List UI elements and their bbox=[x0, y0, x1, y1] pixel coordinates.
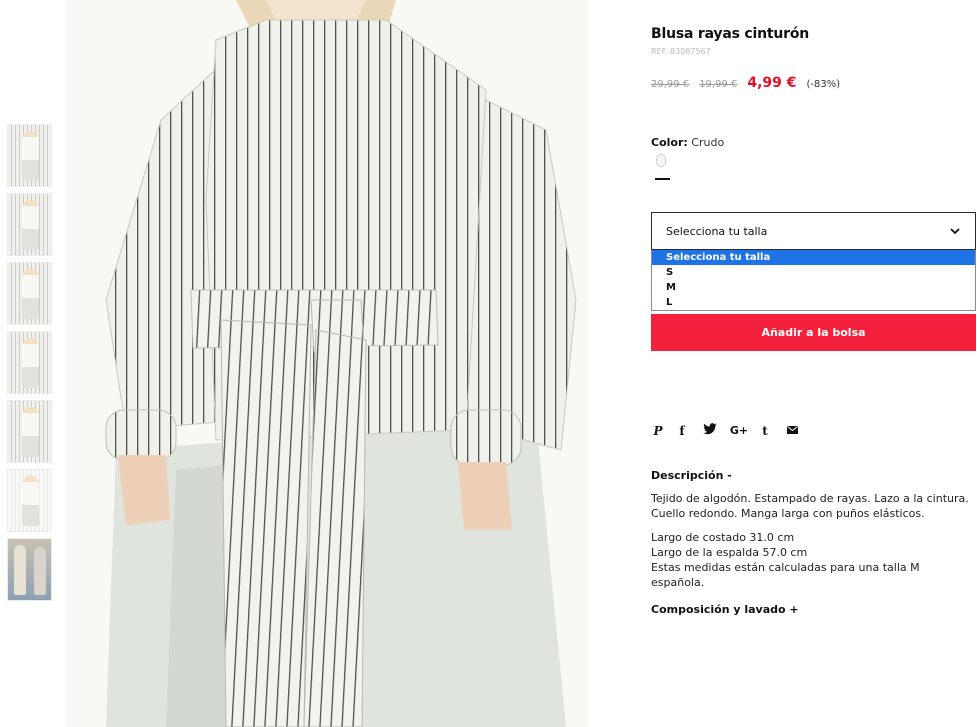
add-to-bag-button[interactable]: Añadir a la bolsa bbox=[651, 314, 976, 351]
share-icons: P f G+ t bbox=[651, 423, 798, 439]
size-option-m[interactable]: M bbox=[652, 280, 975, 295]
original-price: 29,99 € bbox=[651, 79, 690, 90]
thumbnail-4[interactable] bbox=[7, 331, 52, 394]
measurement-back-length: Largo de la espalda 57.0 cm bbox=[651, 546, 808, 559]
product-title: Blusa rayas cinturón bbox=[651, 26, 810, 42]
size-select[interactable]: Selecciona tu talla bbox=[651, 212, 976, 250]
thumbnail-7[interactable] bbox=[7, 538, 52, 601]
selected-swatch-indicator bbox=[655, 178, 670, 180]
description-body: Tejido de algodón. Estampado de rayas. L… bbox=[651, 491, 971, 590]
previous-price: 19,99 € bbox=[699, 79, 738, 90]
email-icon[interactable] bbox=[786, 423, 798, 439]
product-reference: REF. 83087567 bbox=[651, 47, 711, 56]
twitter-icon[interactable] bbox=[702, 423, 718, 439]
product-main-image bbox=[66, 0, 588, 727]
thumbnail-3[interactable] bbox=[7, 262, 52, 325]
chevron-down-icon bbox=[950, 228, 960, 235]
current-price: 4,99 € bbox=[747, 75, 797, 91]
discount-badge: (-83%) bbox=[806, 79, 841, 90]
thumbnail-2[interactable] bbox=[7, 193, 52, 256]
measurement-side-length: Largo de costado 31.0 cm bbox=[651, 531, 795, 544]
color-label: Color: bbox=[651, 136, 688, 149]
google-plus-icon[interactable]: G+ bbox=[728, 423, 750, 439]
size-dropdown-list: Selecciona tu talla S M L bbox=[651, 250, 976, 311]
size-option-placeholder[interactable]: Selecciona tu talla bbox=[652, 250, 975, 265]
pinterest-icon[interactable]: P bbox=[651, 423, 665, 439]
color-value: Crudo bbox=[691, 136, 725, 149]
thumbnail-strip bbox=[7, 124, 52, 607]
size-option-s[interactable]: S bbox=[652, 265, 975, 280]
size-select-label: Selecciona tu talla bbox=[666, 225, 768, 238]
size-option-l[interactable]: L bbox=[652, 295, 975, 310]
color-swatch-crudo[interactable] bbox=[656, 154, 666, 167]
description-paragraph: Tejido de algodón. Estampado de rayas. L… bbox=[651, 492, 969, 520]
description-toggle[interactable]: Descripción - bbox=[651, 469, 732, 482]
thumbnail-1[interactable] bbox=[7, 124, 52, 187]
tumblr-icon[interactable]: t bbox=[760, 423, 770, 439]
composition-toggle[interactable]: Composición y lavado + bbox=[651, 603, 799, 616]
facebook-icon[interactable]: f bbox=[677, 423, 687, 439]
thumbnail-6[interactable] bbox=[7, 469, 52, 532]
price-row: 29,99 € 19,99 € 4,99 € (-83%) bbox=[651, 75, 840, 91]
color-label-row: Color: Crudo bbox=[651, 136, 724, 149]
measurement-note: Estas medidas están calculadas para una … bbox=[651, 561, 920, 589]
thumbnail-5[interactable] bbox=[7, 400, 52, 463]
